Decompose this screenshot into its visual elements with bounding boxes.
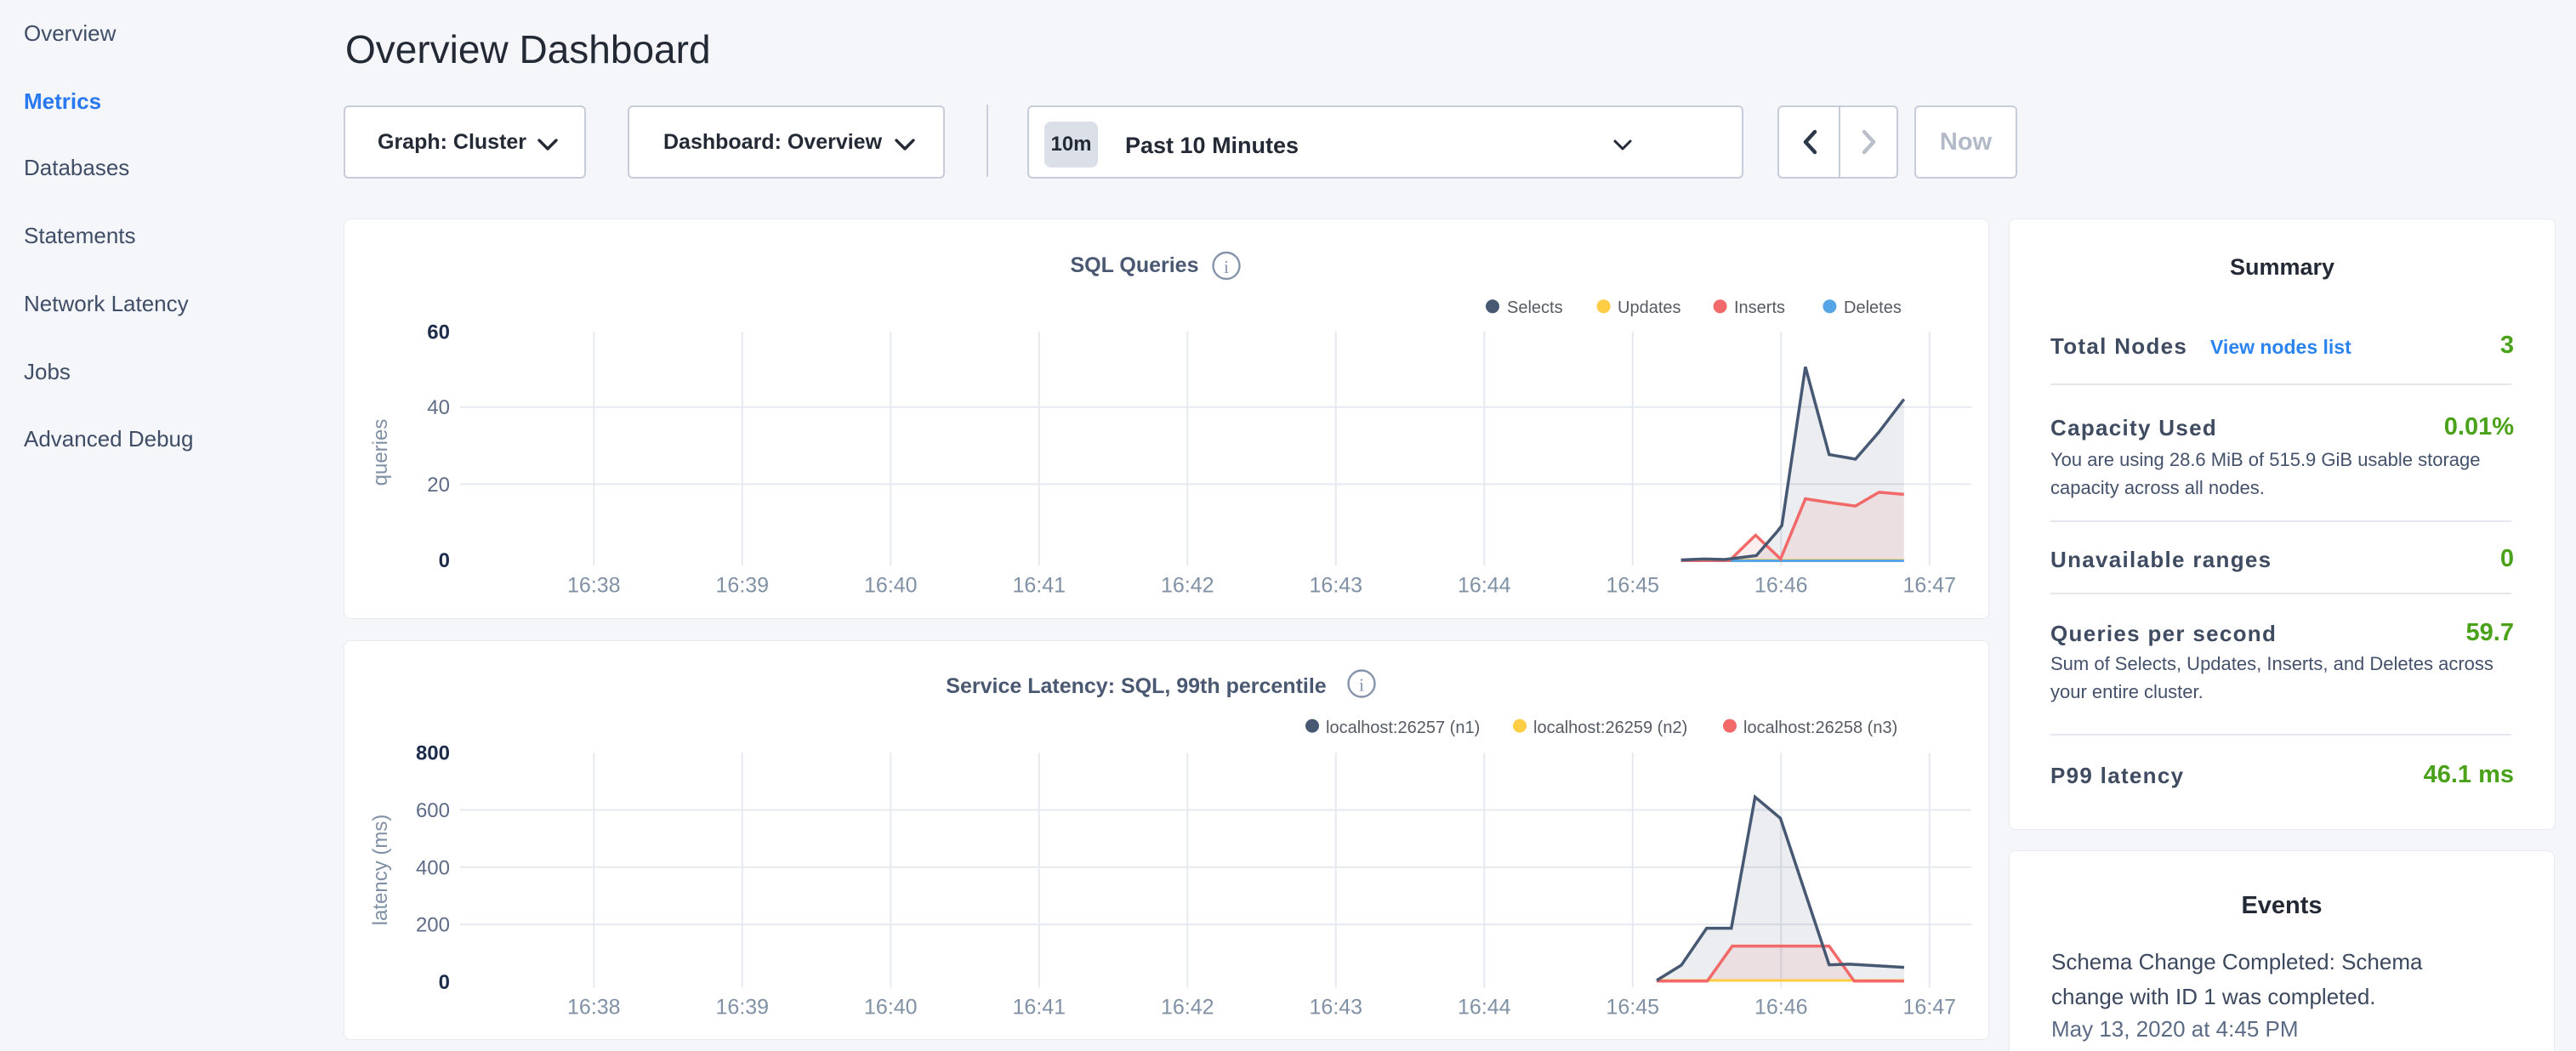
svg-text:queries: queries [369, 419, 392, 486]
svg-text:16:47: 16:47 [1903, 995, 1957, 1019]
svg-text:Inserts: Inserts [1734, 298, 1785, 317]
svg-text:16:39: 16:39 [716, 995, 770, 1019]
svg-text:600: 600 [416, 799, 450, 822]
svg-text:i: i [1359, 675, 1364, 696]
svg-text:16:42: 16:42 [1161, 574, 1214, 598]
svg-text:16:43: 16:43 [1310, 995, 1363, 1019]
svg-text:16:46: 16:46 [1754, 995, 1808, 1019]
svg-text:16:39: 16:39 [716, 574, 770, 598]
svg-text:16:38: 16:38 [567, 574, 621, 598]
svg-text:20: 20 [427, 474, 450, 497]
svg-text:16:47: 16:47 [1903, 574, 1957, 598]
svg-text:Updates: Updates [1618, 298, 1681, 317]
svg-text:localhost:26257 (n1): localhost:26257 (n1) [1326, 719, 1480, 737]
svg-text:16:42: 16:42 [1161, 995, 1214, 1019]
svg-text:localhost:26258 (n3): localhost:26258 (n3) [1743, 719, 1897, 737]
svg-text:0: 0 [439, 971, 450, 994]
svg-text:16:40: 16:40 [864, 995, 918, 1019]
svg-text:16:46: 16:46 [1754, 574, 1808, 598]
svg-text:16:40: 16:40 [864, 574, 918, 598]
svg-text:Deletes: Deletes [1844, 298, 1902, 317]
svg-text:400: 400 [416, 856, 450, 879]
svg-text:40: 40 [427, 396, 450, 419]
svg-text:16:45: 16:45 [1606, 995, 1660, 1019]
svg-text:16:41: 16:41 [1013, 574, 1066, 598]
svg-text:16:41: 16:41 [1013, 995, 1066, 1019]
svg-text:60: 60 [427, 321, 450, 344]
svg-text:16:45: 16:45 [1606, 574, 1660, 598]
svg-text:800: 800 [416, 742, 450, 765]
svg-text:16:44: 16:44 [1458, 995, 1511, 1019]
svg-text:Selects: Selects [1507, 298, 1563, 317]
svg-text:16:38: 16:38 [567, 995, 621, 1019]
svg-text:16:44: 16:44 [1458, 574, 1511, 598]
svg-text:localhost:26259 (n2): localhost:26259 (n2) [1533, 719, 1687, 737]
svg-text:SQL Queries: SQL Queries [1071, 253, 1199, 277]
svg-text:16:43: 16:43 [1310, 574, 1363, 598]
svg-text:0: 0 [439, 549, 450, 572]
svg-text:latency (ms): latency (ms) [369, 815, 392, 926]
svg-text:i: i [1224, 257, 1229, 277]
svg-text:200: 200 [416, 914, 450, 937]
svg-text:Service Latency: SQL, 99th per: Service Latency: SQL, 99th percentile [946, 674, 1326, 698]
